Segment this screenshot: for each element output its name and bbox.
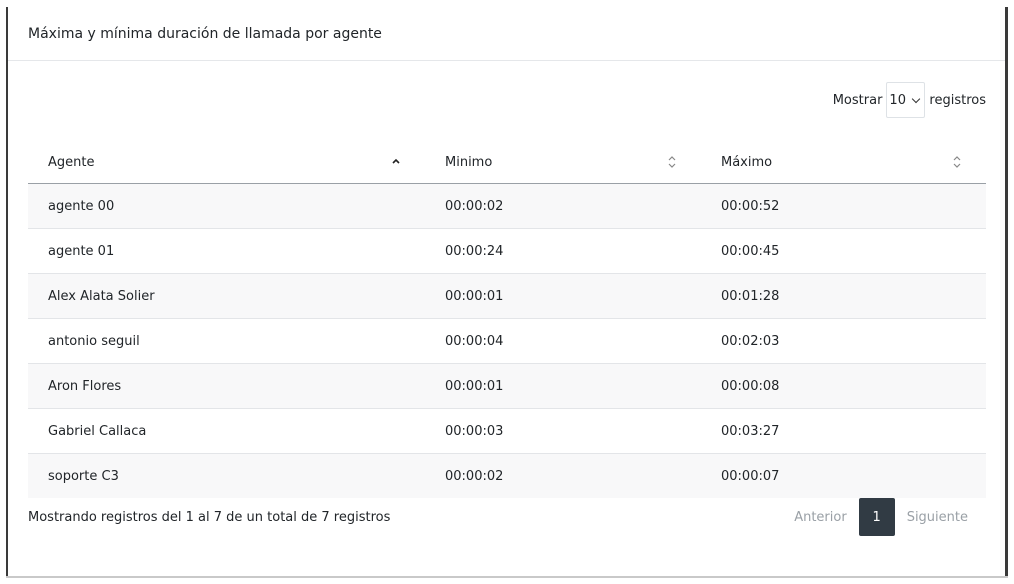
column-header-maximo[interactable]: Máximo [701,141,986,184]
cell-agente: agente 00 [28,183,425,229]
cell-maximo: 00:00:08 [701,363,986,409]
window-edge-right [1005,7,1008,578]
cell-agente: Gabriel Callaca [28,408,425,454]
table-row: agente 01 00:00:24 00:00:45 [28,228,986,274]
header-row: Agente Minimo Máximo [28,141,986,184]
cell-maximo: 00:00:52 [701,183,986,229]
page-length-control: Mostrar 10 registros [833,81,986,119]
column-header-agente[interactable]: Agente [28,141,425,184]
cell-agente: Aron Flores [28,363,425,409]
length-prefix-label: Mostrar [832,92,883,108]
column-header-label: Agente [48,154,95,170]
table-row: Gabriel Callaca 00:00:03 00:03:27 [28,408,986,454]
page-length-select[interactable]: 10 [886,82,926,118]
cell-minimo: 00:00:03 [425,408,701,454]
table-row: soporte C3 00:00:02 00:00:07 [28,453,986,498]
cell-maximo: 00:00:07 [701,453,986,498]
cell-minimo: 00:00:02 [425,453,701,498]
length-suffix-label: registros [929,92,986,108]
cell-minimo: 00:00:04 [425,318,701,364]
sort-ascending-icon [392,158,400,164]
cell-minimo: 00:00:02 [425,183,701,229]
cell-maximo: 00:00:45 [701,228,986,274]
pagination: Anterior 1 Siguiente [784,498,978,536]
column-header-label: Minimo [445,154,493,170]
card-header: Máxima y mínima duración de llamada por … [8,7,1005,61]
chevron-down-icon [912,94,921,103]
cell-maximo: 00:02:03 [701,318,986,364]
report-card: Máxima y mínima duración de llamada por … [8,7,1005,576]
previous-page-button[interactable]: Anterior [784,510,856,525]
table-info: Mostrando registros del 1 al 7 de un tot… [28,510,391,525]
table-row: Alex Alata Solier 00:00:01 00:01:28 [28,273,986,319]
cell-maximo: 00:01:28 [701,273,986,319]
cell-minimo: 00:00:01 [425,273,701,319]
next-page-button[interactable]: Siguiente [897,510,978,525]
cell-agente: antonio seguil [28,318,425,364]
cell-agente: Alex Alata Solier [28,273,425,319]
page-button-current[interactable]: 1 [858,498,895,536]
column-header-label: Máximo [721,154,773,170]
card-title: Máxima y mínima duración de llamada por … [28,26,382,42]
table-header: Agente Minimo Máximo [28,141,986,184]
page-length-value: 10 [889,92,906,108]
cell-agente: soporte C3 [28,453,425,498]
table-row: Aron Flores 00:00:01 00:00:08 [28,363,986,409]
cell-minimo: 00:00:01 [425,363,701,409]
cell-maximo: 00:03:27 [701,408,986,454]
agents-table: Agente Minimo Máximo agente 00 00:00:02 00:0… [28,141,986,498]
sort-both-icon [953,156,961,168]
cell-minimo: 00:00:24 [425,228,701,274]
table-row: antonio seguil 00:00:04 00:02:03 [28,318,986,364]
table-body: agente 00 00:00:02 00:00:52 agente 01 00:00:… [28,183,986,498]
page-frame: Máxima y mínima duración de llamada por … [0,0,1014,584]
cell-agente: agente 01 [28,228,425,274]
sort-both-icon [668,156,676,168]
table-row: agente 00 00:00:02 00:00:52 [28,183,986,229]
column-header-minimo[interactable]: Minimo [425,141,701,184]
window-edge-bottom [6,576,1008,578]
